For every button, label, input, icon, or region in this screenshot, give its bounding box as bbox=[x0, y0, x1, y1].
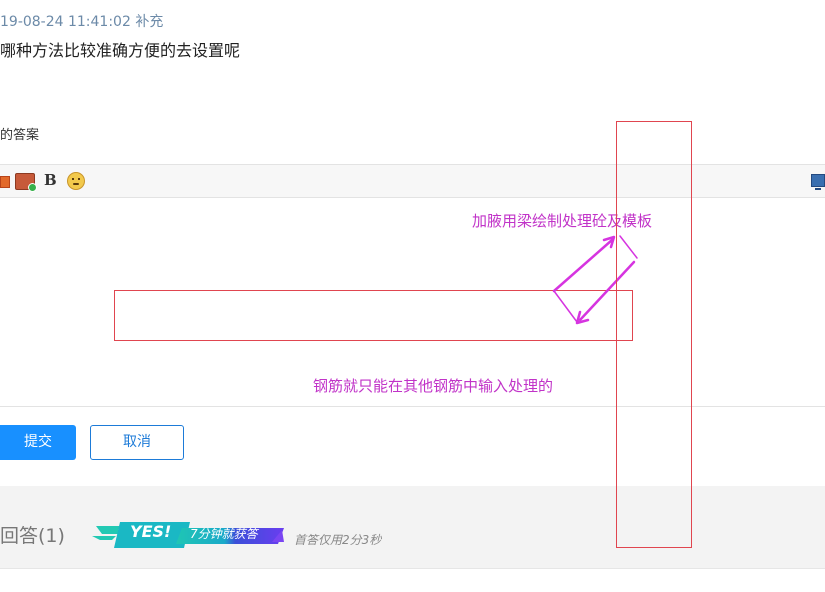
monitor-icon[interactable] bbox=[811, 174, 825, 190]
editor-divider bbox=[0, 406, 825, 407]
my-answer-label: 的答案 bbox=[0, 128, 40, 143]
yes-badge-label: YES! bbox=[130, 522, 172, 541]
yes-badge-text: 7分钟就获答 bbox=[190, 527, 258, 541]
emoji-icon[interactable] bbox=[67, 172, 85, 190]
question-text: 哪种方法比较准确方便的去设置呢 bbox=[0, 41, 241, 60]
cancel-button[interactable]: 取消 bbox=[90, 425, 184, 460]
question-timestamp: 19-08-24 11:41:02 补充 bbox=[0, 14, 164, 30]
annotation-bottom: 钢筋就只能在其他钢筋中输入处理的 bbox=[313, 377, 554, 395]
editor-toolbar: B bbox=[0, 164, 825, 198]
first-answer-note: 首答仅用2分3秒 bbox=[294, 533, 382, 547]
yes-badge: YES! 7分钟就获答 bbox=[92, 520, 285, 550]
answer-count: 回答(1) bbox=[0, 525, 65, 547]
bold-icon[interactable]: B bbox=[44, 171, 57, 189]
insert-picture-icon[interactable] bbox=[15, 173, 37, 192]
submit-button[interactable]: 提交 bbox=[0, 425, 76, 460]
highlight-box-wide bbox=[114, 290, 633, 341]
image-icon[interactable] bbox=[0, 176, 10, 188]
highlight-box-tall bbox=[616, 121, 692, 548]
